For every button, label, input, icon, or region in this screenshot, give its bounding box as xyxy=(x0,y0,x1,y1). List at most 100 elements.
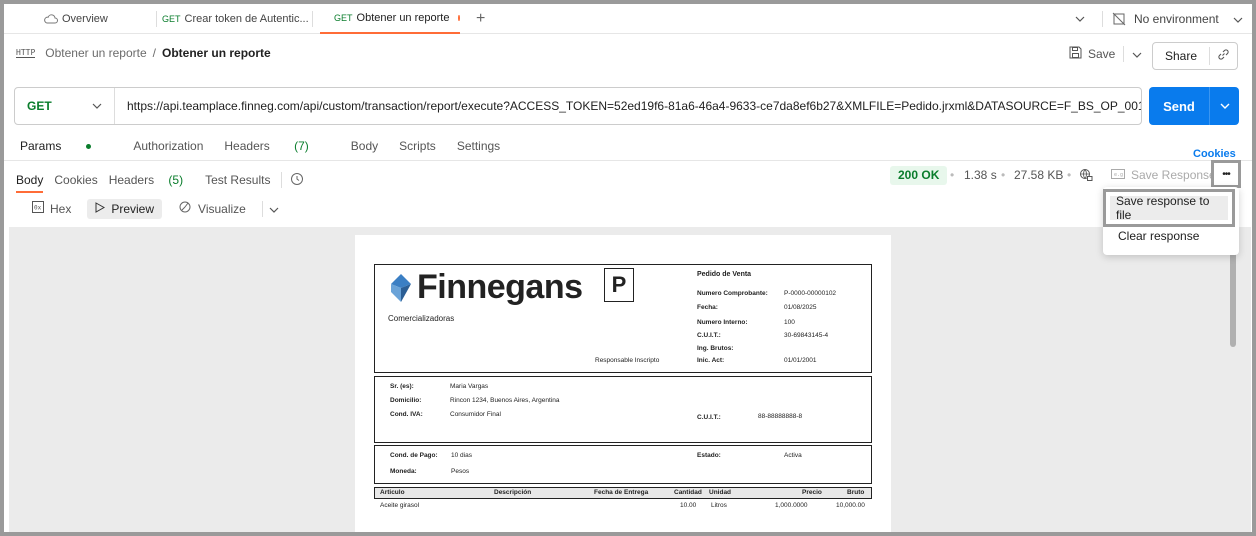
tab-authorization[interactable]: Authorization xyxy=(133,139,203,153)
field-label: Numero Comprobante: xyxy=(697,290,768,297)
svg-text:e.g: e.g xyxy=(1114,172,1123,178)
tab-divider xyxy=(156,11,157,27)
tab-response-cookies[interactable]: Cookies xyxy=(54,173,97,187)
menu-item-save-response[interactable]: Save response to file xyxy=(1103,189,1235,227)
view-label: Hex xyxy=(50,201,72,216)
tab-divider xyxy=(1102,11,1103,27)
column-header: Descripción xyxy=(494,489,532,496)
tab-label: Obtener un reporte xyxy=(356,12,450,24)
tab-response-headers[interactable]: Headers (5) xyxy=(109,173,194,187)
new-tab-button[interactable]: + xyxy=(476,4,496,34)
header-field: Ing. Brutos: xyxy=(697,345,836,357)
menu-item-clear-response[interactable]: Clear response xyxy=(1118,229,1199,243)
client-field: Cond. IVA: Consumidor Final xyxy=(390,411,560,425)
field-label: Domicilio: xyxy=(390,397,422,404)
preview-view-button[interactable]: Preview xyxy=(87,198,163,219)
cloud-icon xyxy=(44,13,58,25)
field-label: Inic. Act: xyxy=(697,357,725,364)
headers-count: (5) xyxy=(168,173,184,187)
method-select[interactable]: GET xyxy=(15,88,115,124)
field-label: Sr. (es): xyxy=(390,383,414,390)
tab-body[interactable]: Body xyxy=(351,139,378,153)
header-fields: Numero Comprobante: P-0000-00000102 Fecha… xyxy=(697,290,836,370)
field-value: 10 dias xyxy=(451,452,472,459)
save-response-icon: e.g xyxy=(1111,168,1125,182)
tab-label: Headers xyxy=(224,139,270,153)
environment-label: No environment xyxy=(1134,12,1219,26)
chevron-down-icon xyxy=(1233,12,1243,26)
view-mode-bar: 0x Hex Preview Visualize xyxy=(24,197,279,220)
ellipsis-icon: ••• xyxy=(1222,168,1230,180)
chevron-down-icon[interactable] xyxy=(269,202,279,216)
field-value: Activa xyxy=(784,452,802,459)
tab-label: Params xyxy=(20,139,62,153)
tab-label: Overview xyxy=(62,13,108,25)
field-label: Cond. de Pago: xyxy=(390,452,438,459)
link-icon[interactable] xyxy=(1210,48,1237,64)
tab-crear-token[interactable]: GET Crear token de Autentic... xyxy=(162,4,308,34)
tab-test-results[interactable]: Test Results xyxy=(205,173,270,187)
field-value: Maria Vargas xyxy=(450,383,489,390)
field-value: Consumidor Final xyxy=(450,411,501,418)
tab-scripts[interactable]: Scripts xyxy=(399,139,436,153)
save-button[interactable]: Save xyxy=(1069,46,1142,62)
header-field: C.U.I.T.: 30-69843145-4 xyxy=(697,332,836,345)
tab-overview[interactable]: Overview xyxy=(44,4,154,34)
column-header: Unidad xyxy=(709,489,732,496)
environment-selector[interactable]: No environment xyxy=(1112,4,1243,34)
history-icon[interactable] xyxy=(290,172,304,189)
cell-bruto: 10,000.00 xyxy=(836,502,865,509)
field-value: 01/01/2001 xyxy=(784,357,817,364)
tab-divider xyxy=(312,11,313,27)
header-field: Numero Comprobante: P-0000-00000102 xyxy=(697,290,836,304)
field-label: C.U.I.T.: xyxy=(697,332,721,339)
breadcrumb-parent[interactable]: Obtener un reporte xyxy=(45,46,146,60)
client-field: Domicilio: Rincon 1234, Buenos Aires, Arg… xyxy=(390,397,560,411)
tab-obtener-reporte[interactable]: GET Obtener un reporte xyxy=(320,4,460,34)
field-label: Cond. IVA: xyxy=(390,411,423,418)
separator-dot: • xyxy=(950,168,955,182)
more-options-button[interactable]: ••• xyxy=(1211,160,1241,188)
send-button[interactable]: Send xyxy=(1149,87,1239,125)
headers-count: (7) xyxy=(294,139,309,153)
divider xyxy=(1123,46,1125,62)
tab-params[interactable]: Params xyxy=(20,139,112,153)
invoice-letter: P xyxy=(604,268,634,302)
divider xyxy=(261,200,263,217)
payment-field: Cond. de Pago: 10 dias xyxy=(390,452,472,459)
share-button[interactable]: Share xyxy=(1152,42,1238,70)
save-response-button[interactable]: e.g Save Response xyxy=(1111,168,1216,182)
column-header: Cantidad xyxy=(674,489,702,496)
chevron-down-icon xyxy=(1075,13,1085,25)
fiscal-condition: Responsable Inscripto xyxy=(595,357,660,364)
visualize-view-button[interactable]: Visualize xyxy=(170,197,254,220)
response-time: 1.38 s xyxy=(964,168,997,182)
logo: Finnegans xyxy=(389,268,583,307)
tab-headers[interactable]: Headers (7) xyxy=(224,139,329,153)
svg-text:0x: 0x xyxy=(34,205,42,212)
send-label: Send xyxy=(1163,98,1195,114)
chevron-down-icon[interactable] xyxy=(1210,101,1239,112)
tab-settings[interactable]: Settings xyxy=(457,139,500,153)
save-icon xyxy=(1069,46,1082,62)
http-icon: HTTP xyxy=(16,48,36,58)
client-fields: Sr. (es): Maria Vargas Domicilio: Rincon 1… xyxy=(390,383,560,425)
request-tabs: Params Authorization Headers (7) Body Sc… xyxy=(20,139,521,153)
field-label: Numero Interno: xyxy=(697,319,748,326)
chevron-down-icon[interactable] xyxy=(1132,47,1142,61)
field-value: 01/08/2025 xyxy=(784,304,817,311)
no-environment-icon xyxy=(1112,12,1126,26)
cookies-link[interactable]: Cookies xyxy=(1193,148,1236,160)
share-label: Share xyxy=(1164,49,1198,63)
hex-view-button[interactable]: 0x Hex xyxy=(24,198,79,219)
tabs-dropdown-button[interactable] xyxy=(1075,4,1091,34)
client-cuit-label: C.U.I.T.: xyxy=(697,414,721,421)
tab-response-body[interactable]: Body xyxy=(16,173,44,193)
separator-dot: • xyxy=(1067,168,1072,182)
hex-icon: 0x xyxy=(32,201,44,216)
url-input[interactable]: https://api.teamplace.finneg.com/api/cus… xyxy=(115,99,1141,113)
breadcrumb-current[interactable]: Obtener un reporte xyxy=(162,46,271,60)
network-icon[interactable] xyxy=(1079,168,1093,185)
field-label: Ing. Brutos: xyxy=(697,345,734,352)
scrollbar[interactable] xyxy=(1230,247,1236,347)
